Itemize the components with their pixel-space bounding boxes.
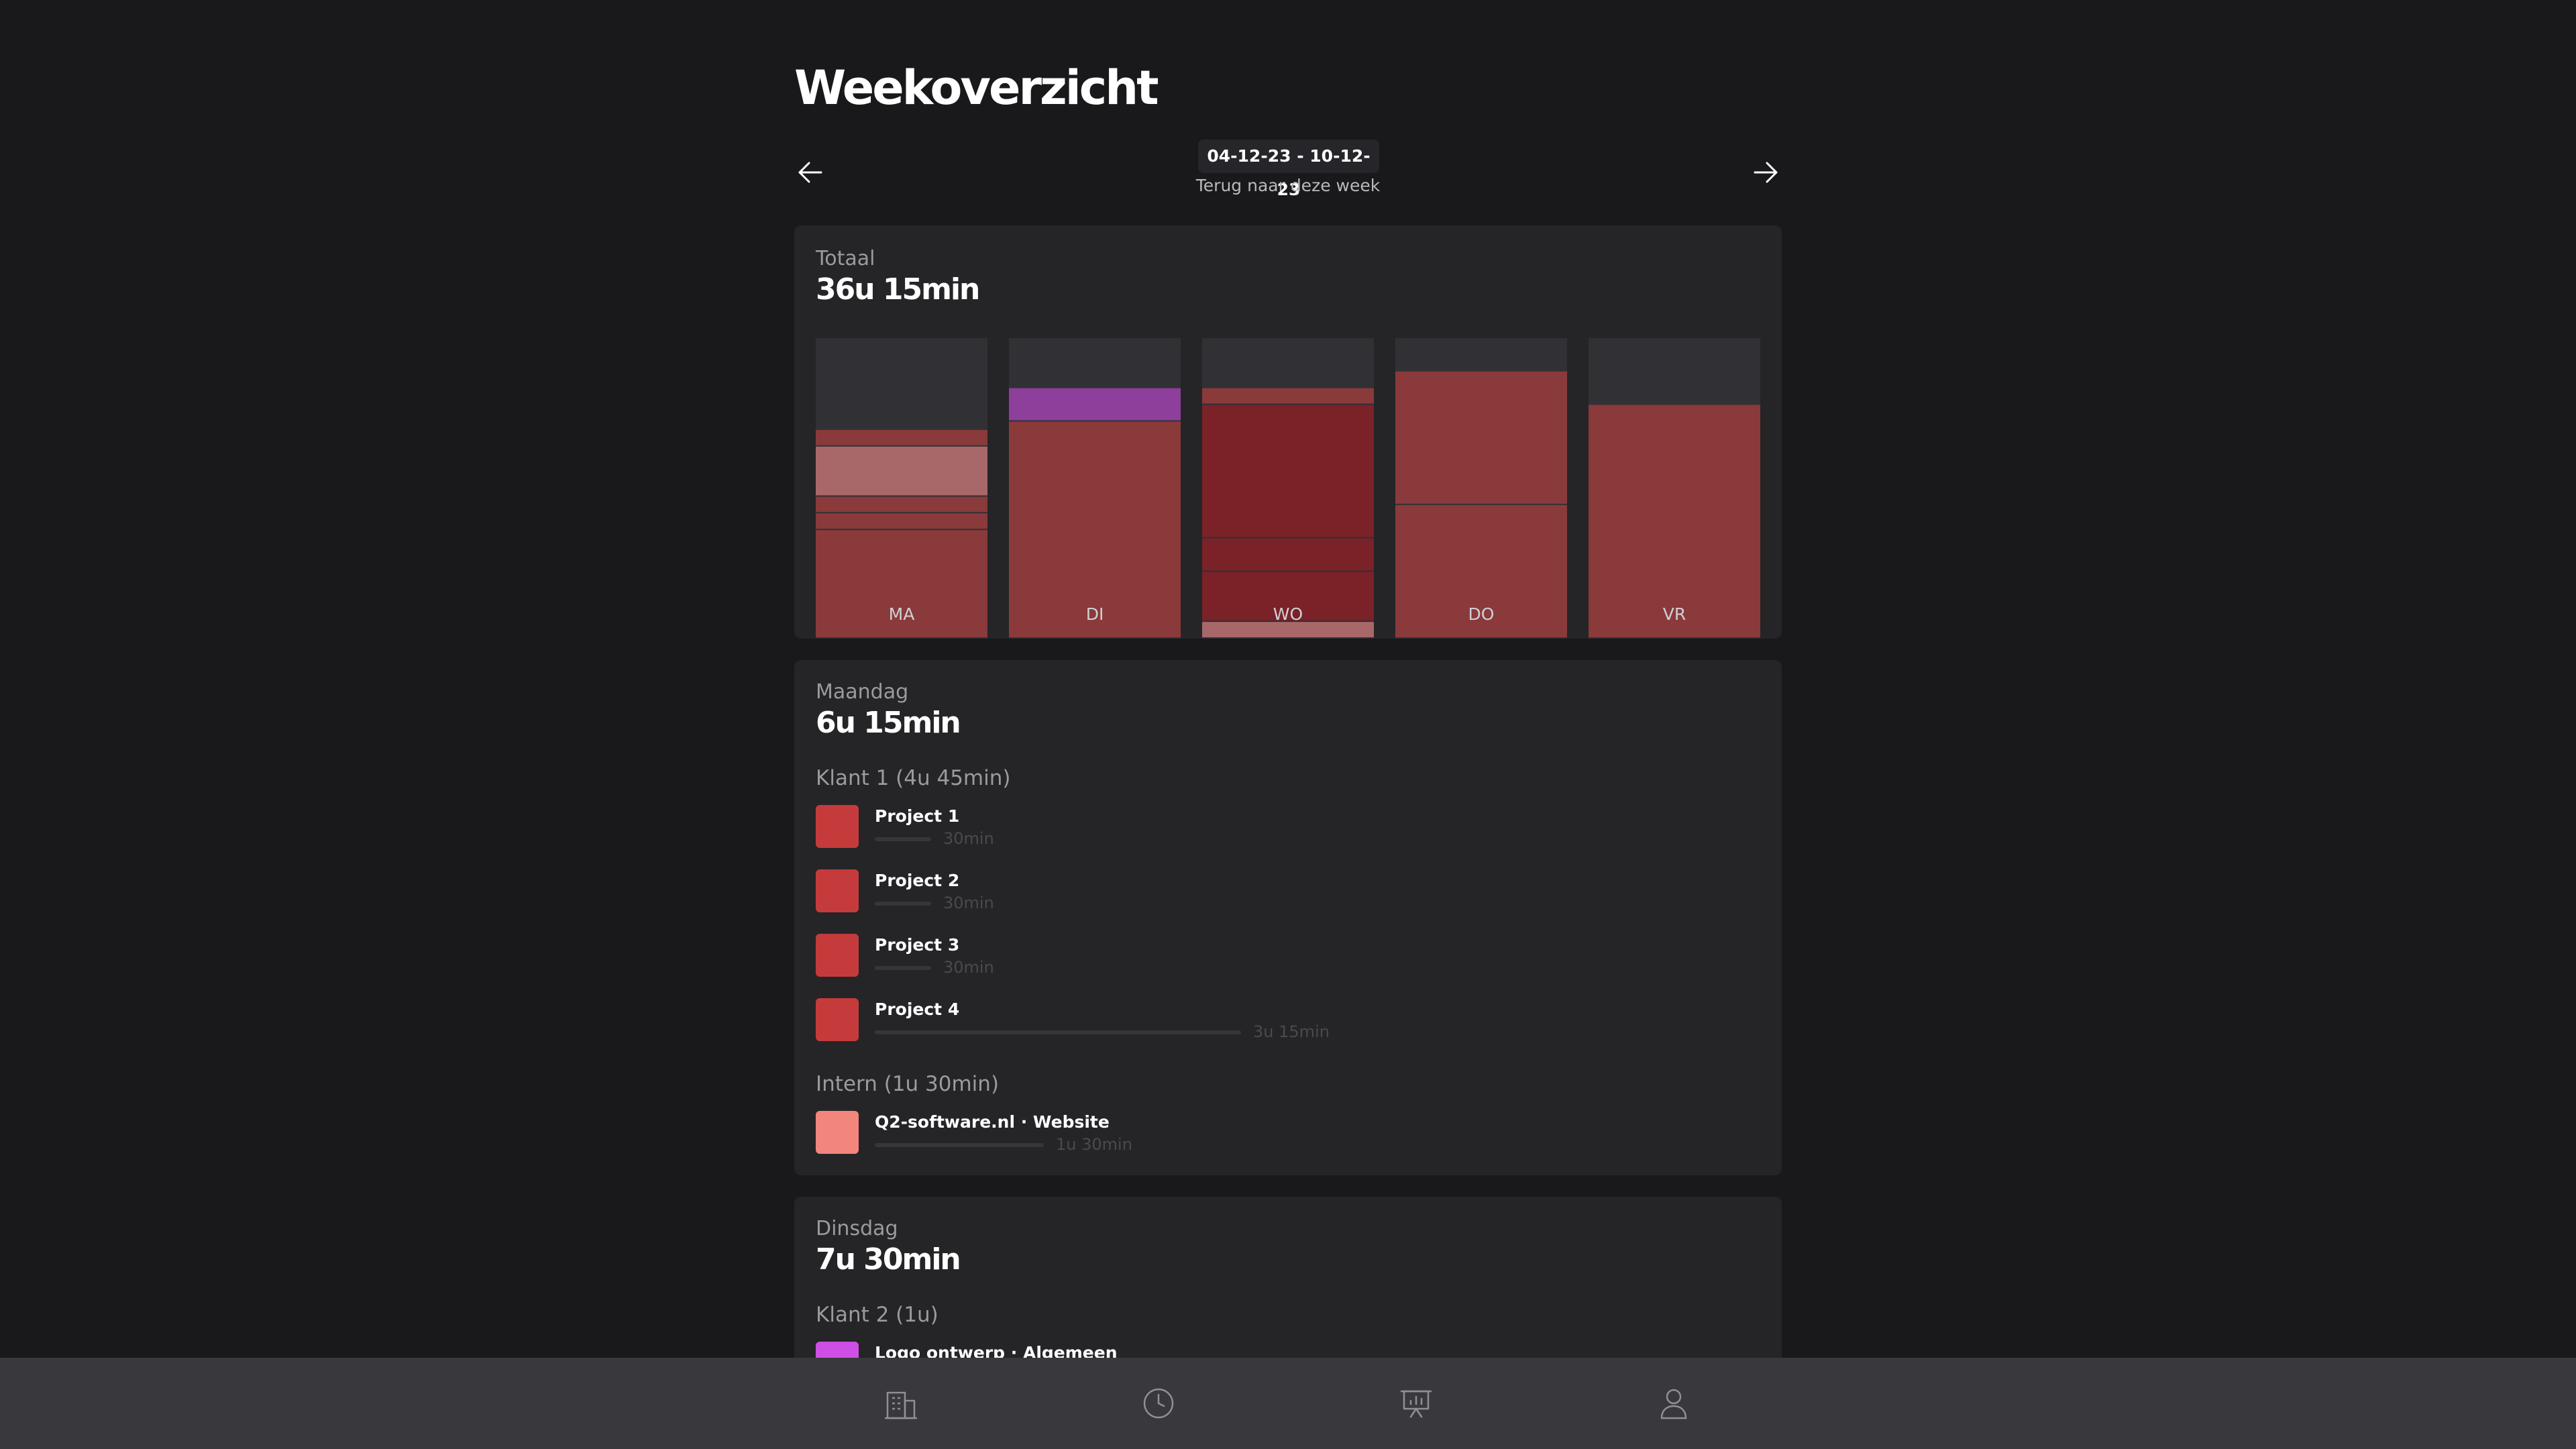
bar-segment-ma-4[interactable] — [816, 446, 987, 496]
project-name: Q2-software.nl · Website — [875, 1112, 1110, 1132]
project-duration: 3u 15min — [1253, 1022, 1330, 1041]
project-row[interactable]: Logo ontwerp · Algemeen — [816, 1342, 1688, 1358]
bar-segment-ma-5[interactable] — [816, 429, 987, 445]
project-duration: 1u 30min — [1056, 1135, 1132, 1154]
project-name: Project 4 — [875, 1000, 960, 1019]
bar-label-do: DO — [1468, 604, 1495, 624]
day-total: 6u 15min — [816, 706, 961, 740]
project-row[interactable]: Project 2 30min — [816, 869, 1688, 916]
bottom-navigation — [0, 1358, 2576, 1449]
tab-profile[interactable] — [1654, 1383, 1694, 1424]
project-name: Project 1 — [875, 806, 960, 826]
arrow-right-icon — [1754, 162, 1778, 183]
total-label: Totaal — [816, 247, 875, 270]
bar-segment-ma-3[interactable] — [816, 496, 987, 513]
bar-segment-wo-4[interactable] — [1202, 405, 1374, 537]
project-duration: 30min — [943, 894, 994, 912]
bar-label-vr: VR — [1663, 604, 1686, 624]
arrow-left-icon — [798, 162, 822, 183]
bar-segment-ma-2[interactable] — [816, 513, 987, 529]
previous-week-button[interactable] — [794, 156, 828, 189]
bar-segment-wo-5[interactable] — [1202, 388, 1374, 404]
total-value: 36u 15min — [816, 272, 980, 307]
tab-reports[interactable] — [1396, 1383, 1436, 1424]
project-row[interactable]: Project 4 3u 15min — [816, 998, 1688, 1045]
project-color-swatch — [816, 805, 859, 848]
week-bar-chart: MA DI WO DO VR — [816, 338, 1760, 639]
day-card-maandag[interactable]: Maandag 6u 15min Klant 1 (4u 45min) Proj… — [794, 660, 1782, 1175]
project-name: Logo ontwerp · Algemeen — [875, 1343, 1118, 1358]
page-title: Weekoverzicht — [794, 60, 1159, 115]
day-total: 7u 30min — [816, 1242, 961, 1277]
bar-segment-do-2[interactable] — [1395, 371, 1567, 504]
client-group-label: Klant 1 (4u 45min) — [816, 766, 1011, 790]
presentation-chart-icon — [1400, 1390, 1432, 1418]
project-duration: 30min — [943, 958, 994, 977]
total-card: Totaal 36u 15min MA DI WO DO VR — [794, 225, 1782, 639]
user-icon — [1660, 1389, 1687, 1419]
bar-segment-vr-1[interactable] — [1589, 405, 1760, 637]
project-color-swatch — [816, 934, 859, 977]
project-color-swatch — [816, 998, 859, 1041]
project-color-swatch — [816, 1111, 859, 1154]
project-row[interactable]: Project 1 30min — [816, 805, 1688, 852]
project-name: Project 3 — [875, 935, 960, 955]
project-name: Project 2 — [875, 871, 960, 890]
client-group-label: Klant 2 (1u) — [816, 1303, 938, 1327]
bar-label-di: DI — [1086, 604, 1104, 624]
back-to-this-week-link[interactable]: Terug naar deze week — [1154, 176, 1422, 195]
tab-time[interactable] — [1138, 1383, 1179, 1424]
week-bar-chart-svg: MA DI WO DO VR — [816, 338, 1760, 639]
tab-clients[interactable] — [881, 1383, 921, 1424]
bar-segment-di-2[interactable] — [1009, 388, 1181, 421]
building-icon — [885, 1391, 917, 1419]
clock-icon — [1143, 1388, 1174, 1419]
duration-bar — [875, 966, 931, 970]
weekoverzicht-page: Weekoverzicht 04-12-23 - 10-12-23 Terug … — [794, 0, 1782, 1358]
project-color-swatch — [816, 869, 859, 912]
bar-segment-wo-1[interactable] — [1202, 622, 1374, 637]
duration-bar — [875, 837, 931, 841]
project-duration: 30min — [943, 829, 994, 848]
next-week-button[interactable] — [1748, 156, 1782, 189]
project-color-swatch — [816, 1342, 859, 1358]
client-group-label: Intern (1u 30min) — [816, 1072, 1000, 1096]
day-card-dinsdag[interactable]: Dinsdag 7u 30min Klant 2 (1u) Logo ontwe… — [794, 1197, 1782, 1358]
project-row[interactable]: Project 3 30min — [816, 934, 1688, 981]
week-range-badge[interactable]: 04-12-23 - 10-12-23 — [1198, 140, 1379, 199]
day-label: Maandag — [816, 680, 909, 704]
bar-label-wo: WO — [1273, 604, 1303, 624]
duration-bar — [875, 1143, 1044, 1147]
project-row[interactable]: Q2-software.nl · Website 1u 30min — [816, 1111, 1688, 1158]
duration-bar — [875, 1030, 1241, 1034]
duration-bar — [875, 902, 931, 906]
bar-label-ma: MA — [889, 604, 915, 624]
day-label: Dinsdag — [816, 1217, 898, 1240]
bar-segment-wo-3[interactable] — [1202, 538, 1374, 571]
